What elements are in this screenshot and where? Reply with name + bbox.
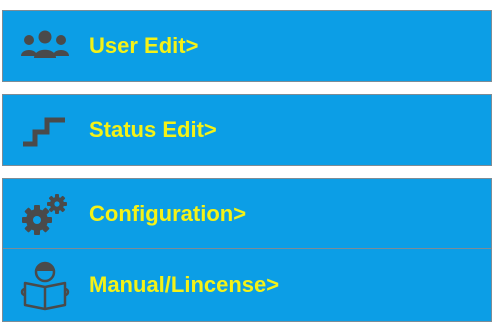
manual-license-label: Manual/Lincense> [89, 272, 280, 297]
manual-license-button[interactable]: Manual/Lincense> [2, 248, 492, 322]
status-edit-label: Status Edit> [89, 117, 217, 142]
configuration-button[interactable]: Configuration> [2, 178, 492, 250]
status-edit-button[interactable]: Status Edit> [2, 94, 492, 166]
reader-book-icon [19, 259, 71, 311]
main-menu: User Edit> Status Edit> Configuration> M… [0, 0, 496, 330]
user-edit-label: User Edit> [89, 33, 199, 58]
user-edit-button[interactable]: User Edit> [2, 10, 492, 82]
users-icon [19, 20, 71, 72]
gears-icon [19, 188, 71, 240]
steps-icon [19, 104, 71, 156]
configuration-label: Configuration> [89, 201, 247, 226]
